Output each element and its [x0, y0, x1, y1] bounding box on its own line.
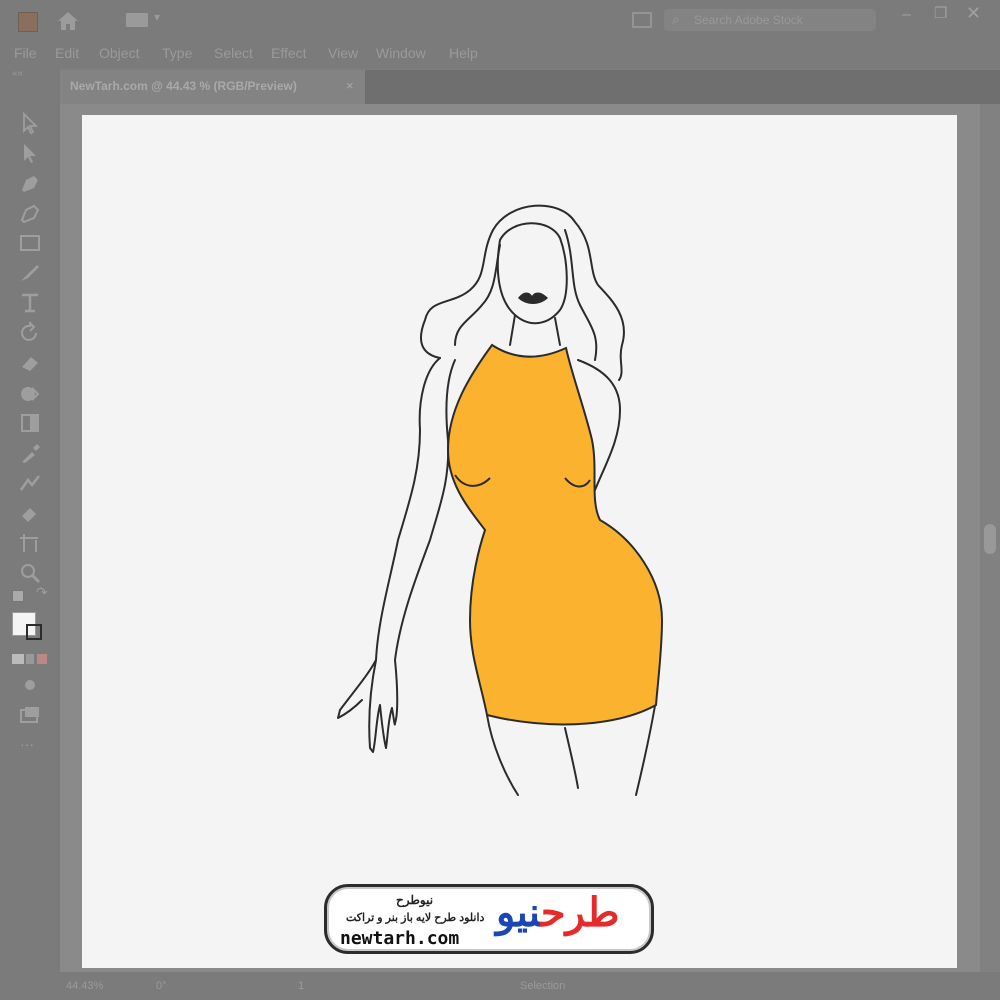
right-leg — [635, 699, 657, 796]
watermark-logo-red: طرح — [540, 891, 621, 935]
watermark-title: نیوطرح — [396, 893, 434, 907]
watermark-logo-blue: نیو — [496, 891, 542, 935]
lips — [518, 292, 548, 304]
current-tool: Selection — [520, 980, 566, 992]
neck — [509, 314, 561, 346]
rotation-value[interactable]: 0° — [156, 980, 167, 992]
watermark-url: newtarh.com — [340, 928, 460, 949]
hair-right-inner — [564, 229, 598, 361]
left-hand — [368, 659, 396, 753]
hair-left — [420, 229, 494, 359]
watermark-logo: طرحنیو — [496, 890, 621, 936]
inner-leg-left — [564, 727, 579, 789]
left-leg — [486, 714, 519, 796]
zoom-level[interactable]: 44.43% — [66, 980, 103, 992]
artboard-number[interactable]: 1 — [298, 980, 304, 992]
left-arm-outer — [337, 357, 441, 719]
dress — [446, 343, 664, 726]
face-outline — [496, 222, 568, 325]
status-bar: 44.43% 0° 1 Selection — [0, 972, 1000, 1000]
watermark-subtitle: دانلود طرح لایه باز بنر و تراکت — [346, 912, 485, 924]
woman-illustration — [337, 204, 664, 796]
left-arm-inner — [394, 359, 456, 724]
